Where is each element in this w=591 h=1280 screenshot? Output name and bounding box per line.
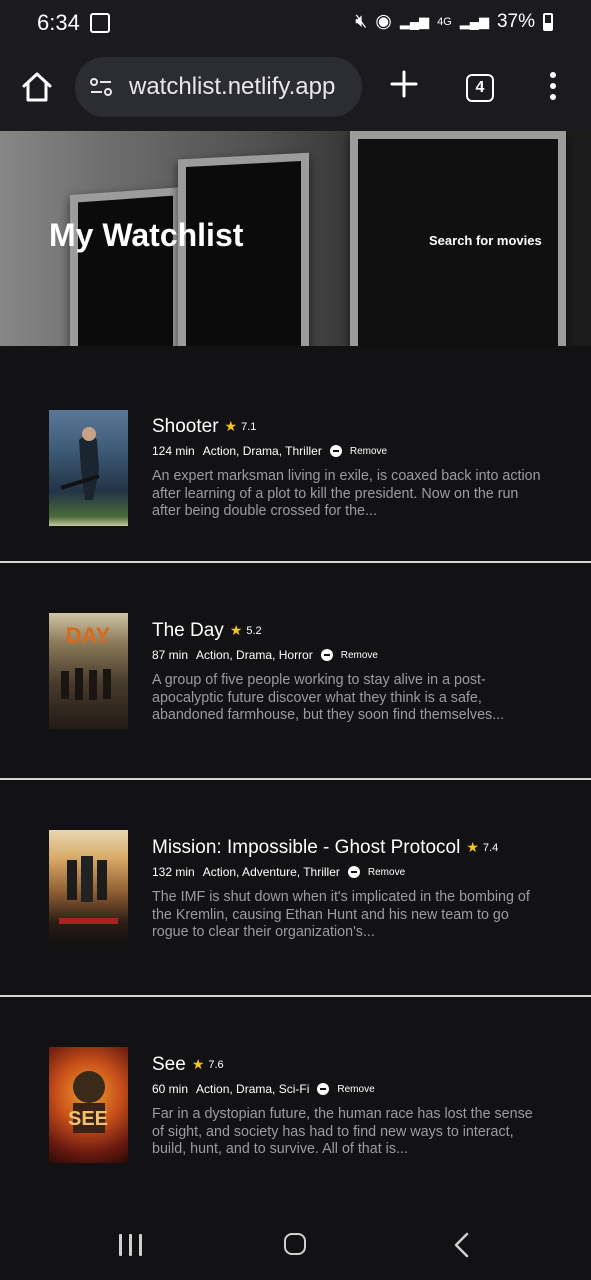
remove-icon[interactable] — [329, 445, 342, 457]
network-type: 4G — [437, 15, 452, 28]
signal-icon: ▂▄▆ — [399, 13, 430, 29]
movie-title-text: Shooter — [152, 416, 219, 437]
movie-rating: 7.1 — [241, 420, 257, 433]
movie-genres: Action, Drama, Thriller — [202, 444, 322, 458]
signal-icon: ▂▄▆ — [459, 13, 489, 29]
remove-button[interactable]: Remove — [337, 1084, 374, 1095]
movie-title: See ★ 7.6 — [152, 1054, 224, 1076]
svg-text:SEE: SEE — [68, 1108, 108, 1130]
movie-title: Mission: Impossible - Ghost Protocol ★ 7.4 — [152, 837, 498, 859]
movie-title: Shooter ★ 7.1 — [152, 416, 256, 438]
svg-text:DAY: DAY — [66, 623, 111, 648]
remove-button[interactable]: Remove — [341, 650, 378, 661]
movie-genres: Action, Adventure, Thriller — [202, 865, 340, 879]
remove-button[interactable]: Remove — [368, 867, 405, 878]
watchlist: Shooter ★ 7.1 124 min Action, Drama, Thril… — [0, 346, 591, 1197]
movie-runtime: 132 min — [152, 865, 195, 879]
recent-apps-icon[interactable] — [119, 1234, 143, 1256]
movie-poster — [49, 410, 128, 526]
movie-meta: 87 min Action, Drama, Horror Remove — [152, 648, 378, 662]
star-icon: ★ — [224, 418, 238, 435]
movie-meta: 60 min Action, Drama, Sci-Fi Remove — [152, 1082, 375, 1096]
movie-title-text: See — [152, 1054, 186, 1075]
remove-icon[interactable] — [320, 649, 333, 661]
status-icons: 🔇︎ ◉ ▂▄▆ 4G ▂▄▆ 37% — [355, 10, 553, 33]
hotspot-icon: ◉ — [375, 11, 392, 32]
list-item: SEE See ★ 7.6 60 min Action, Drama, Sci-Fi… — [0, 997, 591, 1197]
site-settings-icon[interactable] — [89, 75, 113, 99]
home-nav-icon[interactable] — [284, 1233, 306, 1255]
movie-description: A group of five people working to stay a… — [152, 672, 505, 723]
battery-percent: 37% — [496, 10, 535, 32]
movie-runtime: 60 min — [152, 1082, 189, 1096]
system-nav-bar — [0, 1210, 591, 1280]
tab-switcher-button[interactable]: 4 — [466, 74, 494, 102]
movie-genres: Action, Drama, Horror — [196, 648, 313, 662]
remove-icon[interactable] — [317, 1083, 330, 1095]
movie-genres: Action, Drama, Sci-Fi — [196, 1082, 310, 1096]
status-time: 6:34 — [37, 10, 80, 35]
remove-icon[interactable] — [347, 866, 360, 878]
new-tab-icon[interactable] — [390, 70, 418, 98]
movie-title: The Day ★ 5.2 — [152, 620, 262, 642]
status-bar: 6:34 🔇︎ ◉ ▂▄▆ 4G ▂▄▆ 37% — [0, 0, 591, 46]
list-item: Shooter ★ 7.1 124 min Action, Drama, Thril… — [0, 346, 591, 561]
movie-title-text: The Day — [152, 620, 224, 641]
remove-button[interactable]: Remove — [350, 446, 387, 457]
movie-description: An expert marksman living in exile, is c… — [152, 468, 541, 519]
movie-runtime: 124 min — [152, 444, 195, 458]
movie-description: The IMF is shut down when it's implicate… — [152, 889, 530, 940]
search-movies-link[interactable]: Search for movies — [429, 233, 542, 248]
star-icon: ★ — [466, 839, 479, 856]
hero-banner: My Watchlist Search for movies — [0, 131, 591, 346]
movie-description: Far in a dystopian future, the human rac… — [152, 1106, 533, 1157]
movie-runtime: 87 min — [152, 648, 189, 662]
home-icon[interactable] — [20, 70, 54, 104]
star-icon: ★ — [229, 622, 243, 639]
movie-rating: 5.2 — [246, 624, 262, 637]
address-bar[interactable]: watchlist.netlify.app — [75, 57, 362, 117]
movie-meta: 132 min Action, Adventure, Thriller Remo… — [152, 865, 405, 879]
battery-icon — [543, 12, 553, 31]
more-menu-icon[interactable] — [548, 72, 558, 102]
movie-title-text: Mission: Impossible - Ghost Protocol — [152, 837, 461, 858]
mute-icon: 🔇︎ — [355, 10, 368, 32]
movie-rating: 7.4 — [482, 841, 499, 854]
url-text: watchlist.netlify.app — [129, 73, 336, 100]
list-item: Mission: Impossible - Ghost Protocol ★ 7.4… — [0, 780, 591, 995]
movie-meta: 124 min Action, Drama, Thriller Remove — [152, 444, 387, 458]
movie-poster — [49, 830, 128, 946]
movie-poster: SEE — [49, 1047, 128, 1163]
browser-toolbar: watchlist.netlify.app 4 — [0, 46, 591, 131]
movie-poster: DAY — [49, 613, 128, 729]
gallery-icon — [90, 13, 110, 33]
back-icon[interactable] — [452, 1232, 472, 1258]
page-title: My Watchlist — [49, 217, 244, 253]
list-item: DAY The Day ★ 5.2 87 min Action, Drama, Ho… — [0, 563, 591, 778]
star-icon: ★ — [191, 1056, 205, 1073]
movie-rating: 7.6 — [208, 1058, 224, 1071]
